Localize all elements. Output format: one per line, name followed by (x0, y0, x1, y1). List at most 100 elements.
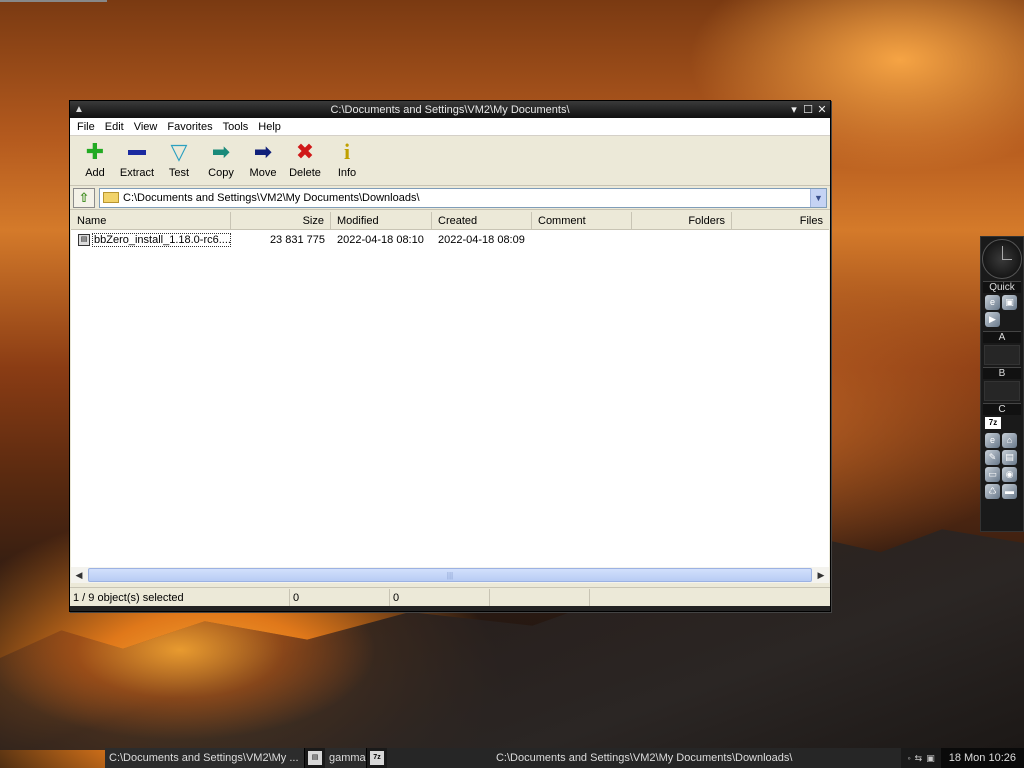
info-button[interactable]: i Info (326, 139, 368, 180)
delete-label: Delete (289, 167, 321, 179)
menu-favorites[interactable]: Favorites (162, 121, 217, 133)
menu-help[interactable]: Help (253, 121, 286, 133)
recycle-bin-icon[interactable]: ♺ (985, 484, 1000, 499)
file-size: 23 831 775 (269, 234, 325, 246)
address-path[interactable]: C:\Documents and Settings\VM2\My Documen… (123, 192, 810, 204)
battery-icon[interactable]: ▬ (1002, 484, 1017, 499)
file-list[interactable]: Name Size Modified Created Comment Folde… (71, 212, 829, 567)
move-arrow-icon: ➡ (253, 139, 273, 164)
column-files[interactable]: Files (732, 212, 829, 229)
analog-clock (982, 239, 1022, 279)
status-selection: 1 / 9 object(s) selected (70, 588, 290, 607)
sevenzip-task-icon[interactable]: 7z (370, 751, 384, 765)
maximize-icon[interactable]: ☐ (802, 104, 814, 116)
test-label: Test (168, 167, 190, 179)
status-bar: 1 / 9 object(s) selected 0 0 (70, 587, 830, 607)
menu-tools[interactable]: Tools (218, 121, 254, 133)
file-name[interactable]: bbZero_install_1.18.0-rc6.... (92, 233, 231, 247)
paint-icon[interactable]: ✎ (985, 450, 1000, 465)
arrow-icon[interactable]: ◦ (907, 753, 910, 763)
system-tray: ◦ ⇆ ▣ (901, 753, 940, 764)
move-label: Move (249, 167, 277, 179)
section-b-label: B (983, 367, 1021, 379)
minimize-icon[interactable]: ▾ (788, 104, 800, 116)
info-label: Info (337, 167, 357, 179)
table-row[interactable]: ▤ bbZero_install_1.18.0-rc6.... 23 831 7… (71, 231, 829, 249)
column-name[interactable]: Name (71, 212, 231, 229)
workspace-label[interactable]: gamma (325, 748, 367, 768)
file-created: 2022-04-18 08:09 (438, 234, 525, 246)
window-icon[interactable]: ▣ (1002, 295, 1017, 310)
slit-panel: Quick e ▣ ▶ A B C 7z e ⌂ ✎ ▤ ▭ ◉ ♺ ▬ (980, 236, 1024, 532)
up-arrow-icon: ⇧ (78, 189, 90, 205)
globe-icon[interactable]: e (985, 433, 1000, 448)
section-c-label: C (983, 403, 1021, 415)
column-size[interactable]: Size (231, 212, 331, 229)
move-button[interactable]: ➡ Move (242, 139, 284, 180)
column-comment[interactable]: Comment (532, 212, 632, 229)
quick-launch-label: Quick (983, 281, 1021, 293)
column-folders[interactable]: Folders (632, 212, 732, 229)
column-modified[interactable]: Modified (331, 212, 432, 229)
horizontal-scrollbar[interactable]: ◀ ||| ▶ (71, 567, 829, 583)
file-manager-window: ▲ C:\Documents and Settings\VM2\My Docum… (69, 100, 831, 612)
eye-icon[interactable]: ◉ (1002, 467, 1017, 482)
printer-icon[interactable]: ▤ (1002, 450, 1017, 465)
scroll-left-icon[interactable]: ◀ (71, 567, 87, 583)
network-icon[interactable]: ⌂ (1002, 433, 1017, 448)
column-header-row: Name Size Modified Created Comment Folde… (71, 212, 829, 230)
up-folder-button[interactable]: ⇧ (73, 187, 95, 208)
scroll-right-icon[interactable]: ▶ (813, 567, 829, 583)
chevron-down-icon[interactable]: ▼ (810, 188, 826, 207)
file-icon: ▤ (78, 234, 90, 246)
play-icon[interactable]: ▶ (985, 312, 1000, 327)
computer-icon[interactable]: ▭ (985, 467, 1000, 482)
column-created[interactable]: Created (432, 212, 532, 229)
copy-button[interactable]: ➡ Copy (200, 139, 242, 180)
folder-icon (103, 192, 119, 203)
check-icon: ▽ (170, 139, 188, 164)
section-b-panel[interactable] (984, 381, 1020, 401)
delete-button[interactable]: ✖ Delete (284, 139, 326, 180)
menu-view[interactable]: View (129, 121, 163, 133)
menu-edit[interactable]: Edit (100, 121, 129, 133)
info-icon: i (343, 139, 351, 164)
window-bottom-border (70, 606, 830, 611)
copy-label: Copy (208, 167, 234, 179)
status-extra (490, 588, 590, 607)
window-title: C:\Documents and Settings\VM2\My Documen… (330, 103, 570, 116)
test-button[interactable]: ▽ Test (158, 139, 200, 180)
top-left-strip (0, 0, 107, 2)
active-window-label[interactable]: C:\Documents and Settings\VM2\My Documen… (387, 748, 902, 768)
plus-icon: ✚ (85, 139, 105, 164)
section-a-label: A (983, 331, 1021, 343)
scroll-thumb[interactable]: ||| (88, 568, 812, 582)
copy-arrow-icon: ➡ (211, 139, 231, 164)
title-bar[interactable]: ▲ C:\Documents and Settings\VM2\My Docum… (70, 101, 830, 118)
section-a-panel[interactable] (984, 345, 1020, 365)
address-row: ⇧ C:\Documents and Settings\VM2\My Docum… (70, 186, 830, 210)
quick-launch-icons: e ▣ ▶ (981, 293, 1023, 329)
window-list-icon[interactable]: ▤ (308, 751, 322, 765)
x-icon: ✖ (295, 139, 315, 164)
close-icon[interactable]: ✕ (816, 104, 828, 116)
menu-file[interactable]: File (72, 121, 100, 133)
extract-label: Extract (119, 167, 155, 179)
toolbar: ✚ Add Extract ▽ Test ➡ Copy ➡ Move ✖ Del… (70, 136, 830, 186)
file-modified: 2022-04-18 08:10 (337, 234, 424, 246)
address-combo[interactable]: C:\Documents and Settings\VM2\My Documen… (99, 187, 827, 208)
desktop-tray-icon[interactable]: ▣ (926, 753, 935, 764)
add-label: Add (85, 167, 105, 179)
extract-button[interactable]: Extract (116, 140, 158, 179)
add-button[interactable]: ✚ Add (74, 139, 116, 180)
minus-icon (125, 140, 149, 164)
menu-bar: File Edit View Favorites Tools Help (70, 118, 830, 136)
status-size: 0 (290, 588, 390, 607)
sevenzip-icon[interactable]: 7z (985, 417, 1001, 429)
taskbar-clock[interactable]: 18 Mon 10:26 (940, 748, 1024, 768)
task-button-explorer[interactable]: C:\Documents and Settings\VM2\My ... (105, 748, 305, 768)
network-tray-icon[interactable]: ⇆ (915, 753, 923, 764)
tray-icons: e ⌂ ✎ ▤ ▭ ◉ ♺ ▬ (981, 431, 1023, 501)
status-packed-size: 0 (390, 588, 490, 607)
browser-icon[interactable]: e (985, 295, 1000, 310)
